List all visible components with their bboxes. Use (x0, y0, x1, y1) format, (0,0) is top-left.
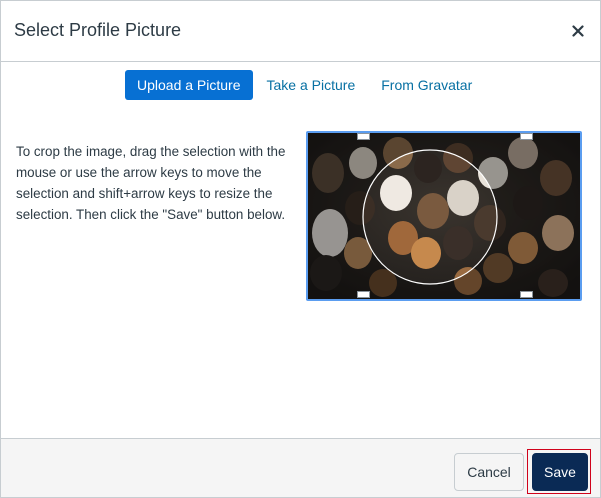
dialog-footer: Cancel Save (1, 438, 600, 497)
crop-handle-bottom-right[interactable] (520, 291, 533, 298)
select-profile-picture-dialog: Select Profile Picture Upload a Picture … (0, 0, 601, 498)
dogs-photo (308, 133, 580, 299)
tab-from-gravatar[interactable]: From Gravatar (369, 70, 484, 100)
tab-upload-a-picture[interactable]: Upload a Picture (125, 70, 253, 100)
crop-handle-top-left[interactable] (357, 133, 370, 140)
picture-source-tabs: Upload a Picture Take a Picture From Gra… (125, 70, 484, 100)
cancel-button[interactable]: Cancel (454, 453, 524, 491)
dialog-title: Select Profile Picture (14, 20, 182, 40)
close-button[interactable] (567, 20, 589, 42)
crop-instructions: To crop the image, drag the selection wi… (16, 144, 286, 222)
tab-take-a-picture[interactable]: Take a Picture (255, 70, 368, 100)
dialog-header: Select Profile Picture (1, 1, 600, 62)
crop-handle-top-right[interactable] (520, 133, 533, 140)
crop-area[interactable] (306, 131, 582, 301)
crop-handle-bottom-left[interactable] (357, 291, 370, 298)
save-button[interactable]: Save (532, 453, 588, 491)
close-icon (572, 25, 584, 37)
